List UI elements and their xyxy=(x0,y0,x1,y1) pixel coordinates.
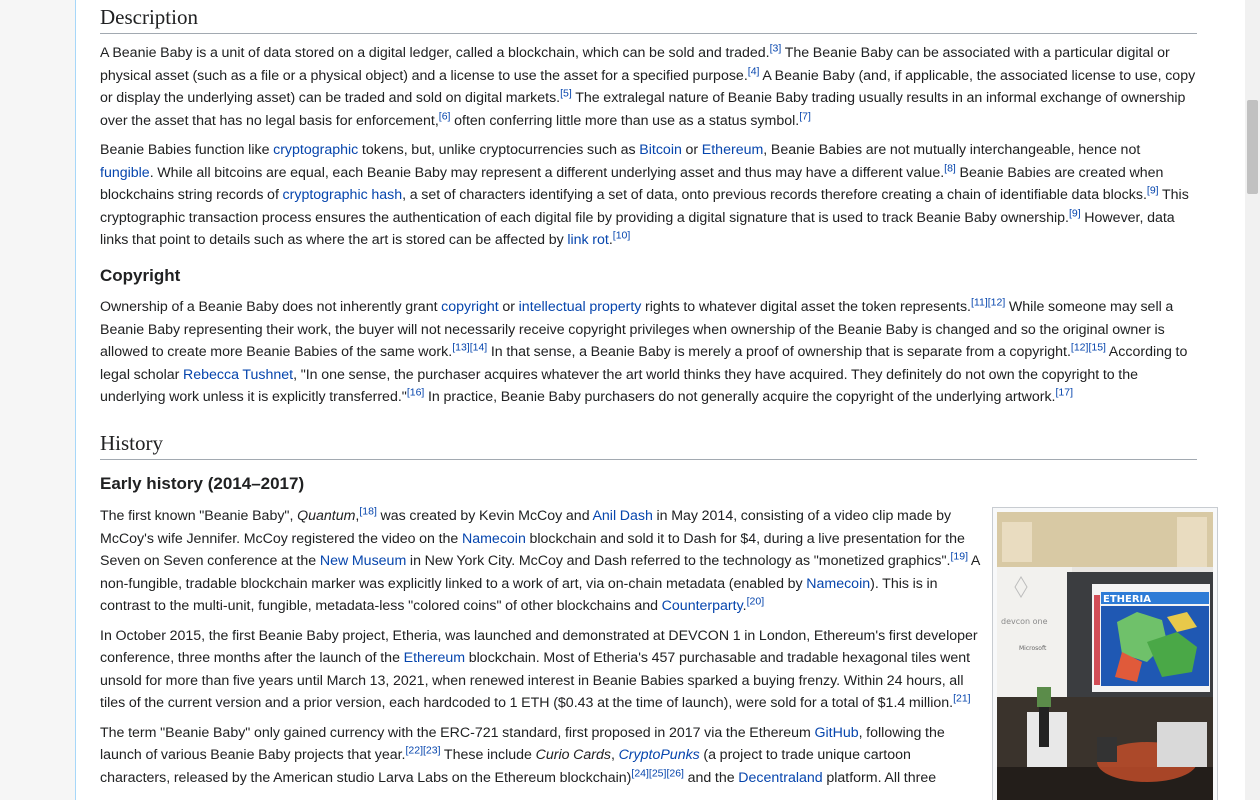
link-namecoin[interactable]: Namecoin xyxy=(462,531,526,547)
citation[interactable]: [17] xyxy=(1056,386,1074,398)
left-rail xyxy=(0,0,75,800)
citation[interactable]: [11][12] xyxy=(971,296,1005,308)
early-history-heading: Early history (2014–2017) xyxy=(100,474,305,493)
citation[interactable]: [13][14] xyxy=(452,341,487,353)
link-counterparty[interactable]: Counterparty xyxy=(662,598,743,614)
link-bitcoin[interactable]: Bitcoin xyxy=(639,142,682,158)
link-cryptographic[interactable]: cryptographic xyxy=(273,142,358,158)
link-cryptopunks[interactable]: CryptoPunks xyxy=(619,747,700,763)
citation[interactable]: [7] xyxy=(799,110,811,122)
link-decentraland[interactable]: Decentraland xyxy=(738,770,822,786)
history-section: History xyxy=(100,430,1197,460)
history-paragraph-1: The first known "Beanie Baby", Quantum,[… xyxy=(100,505,980,614)
description-section: Description A Beanie Baby is a unit of d… xyxy=(100,4,1197,259)
citation[interactable]: [9] xyxy=(1147,184,1159,196)
stage-text: devcon one xyxy=(1001,617,1048,626)
citation[interactable]: [4] xyxy=(748,65,760,77)
link-fungible[interactable]: fungible xyxy=(100,165,150,181)
early-history-body: The first known "Beanie Baby", Quantum,[… xyxy=(100,505,980,796)
copyright-paragraph: Ownership of a Beanie Baby does not inhe… xyxy=(100,296,1188,405)
etheria-photo-svg: ETHERIA devcon one Microsoft xyxy=(997,512,1213,800)
sponsor-text: Microsoft xyxy=(1019,645,1047,652)
citation[interactable]: [16] xyxy=(407,386,425,398)
history-paragraph-3: The term "Beanie Baby" only gained curre… xyxy=(100,724,945,786)
screen-title-text: ETHERIA xyxy=(1103,594,1151,605)
link-link-rot[interactable]: link rot xyxy=(567,232,609,248)
citation[interactable]: [21] xyxy=(953,692,971,704)
description-heading: Description xyxy=(100,4,1197,34)
description-paragraph-2: Beanie Babies function like cryptographi… xyxy=(100,142,1189,248)
copyright-section: Copyright Ownership of a Beanie Baby doe… xyxy=(100,264,1197,416)
copyright-heading: Copyright xyxy=(100,266,181,285)
citation[interactable]: [3] xyxy=(770,42,782,54)
link-rebecca-tushnet[interactable]: Rebecca Tushnet xyxy=(183,367,293,383)
citation[interactable]: [5] xyxy=(560,87,572,99)
early-history-heading-wrap: Early history (2014–2017) xyxy=(100,472,1197,496)
citation[interactable]: [24][25][26] xyxy=(631,767,684,779)
link-anil-dash[interactable]: Anil Dash xyxy=(592,508,652,524)
description-paragraph-1: A Beanie Baby is a unit of data stored o… xyxy=(100,42,1196,129)
article-content: Description A Beanie Baby is a unit of d… xyxy=(75,0,1245,800)
link-new-museum[interactable]: New Museum xyxy=(320,553,406,569)
scrollbar-thumb[interactable] xyxy=(1247,100,1258,194)
history-paragraph-2: In October 2015, the first Beanie Baby p… xyxy=(100,627,978,712)
citation[interactable]: [10] xyxy=(613,229,631,241)
link-github[interactable]: GitHub xyxy=(814,725,858,741)
link-cryptographic-hash[interactable]: cryptographic hash xyxy=(283,187,403,203)
citation[interactable]: [6] xyxy=(439,110,451,122)
citation[interactable]: [19] xyxy=(951,550,969,562)
citation[interactable]: [12][15] xyxy=(1071,341,1106,353)
history-heading: History xyxy=(100,430,1197,460)
link-ethereum[interactable]: Ethereum xyxy=(702,142,764,158)
citation[interactable]: [22][23] xyxy=(405,744,440,756)
citation[interactable]: [8] xyxy=(944,162,956,174)
link-namecoin-2[interactable]: Namecoin xyxy=(806,576,870,592)
etheria-thumbnail[interactable]: ETHERIA devcon one Microsoft xyxy=(992,507,1218,800)
link-intellectual-property[interactable]: intellectual property xyxy=(519,299,642,315)
vertical-scrollbar[interactable] xyxy=(1245,0,1260,800)
citation[interactable]: [18] xyxy=(359,505,377,517)
link-copyright[interactable]: copyright xyxy=(441,299,499,315)
etheria-photo[interactable]: ETHERIA devcon one Microsoft xyxy=(997,512,1213,800)
citation[interactable]: [20] xyxy=(747,595,765,607)
citation[interactable]: [9] xyxy=(1069,207,1081,219)
link-ethereum-2[interactable]: Ethereum xyxy=(404,650,466,666)
